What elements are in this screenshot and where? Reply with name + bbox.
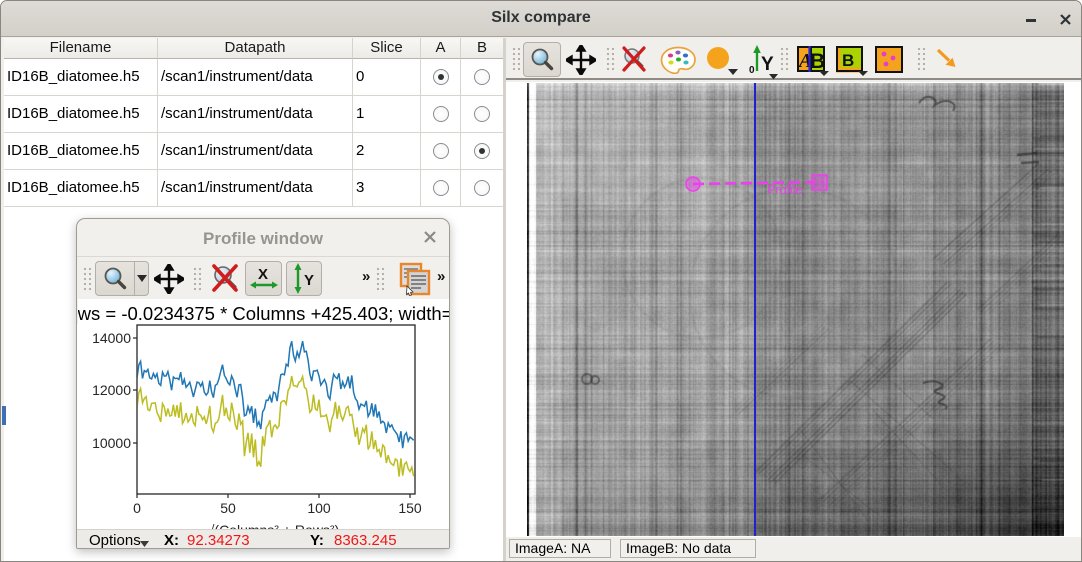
svg-text:150: 150: [398, 500, 422, 516]
svg-text:Profile: Profile: [767, 183, 802, 197]
svg-text:12000: 12000: [92, 382, 131, 398]
svg-text:√(Columns² + Rows²): √(Columns² + Rows²): [207, 522, 340, 529]
svg-text:10000: 10000: [92, 435, 131, 451]
svg-text:50: 50: [220, 500, 236, 516]
svg-text:0: 0: [133, 500, 141, 516]
svg-text:B: B: [810, 50, 825, 73]
svg-text:Y: Y: [304, 272, 314, 289]
svg-text:0: 0: [749, 65, 755, 76]
svg-text:X: X: [258, 266, 268, 283]
svg-text:100: 100: [307, 500, 331, 516]
svg-text:Y: Y: [761, 54, 774, 75]
svg-text:B: B: [842, 51, 854, 70]
svg-text:14000: 14000: [92, 330, 131, 346]
